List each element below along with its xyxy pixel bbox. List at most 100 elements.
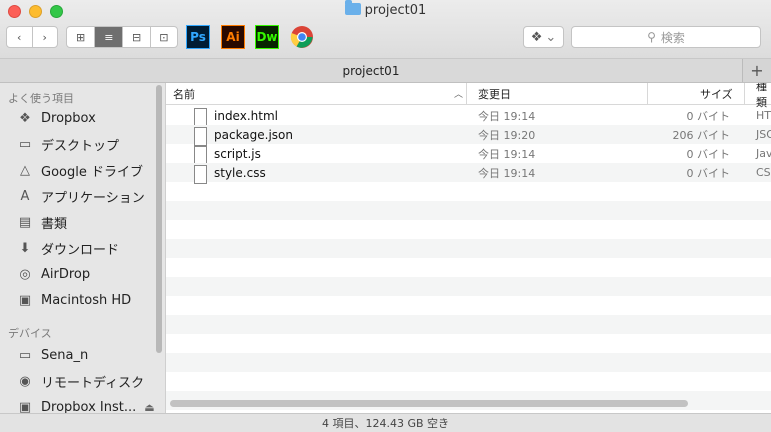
sidebar-item-downloads[interactable]: ⬇ ダウンロード: [16, 238, 119, 258]
file-row[interactable]: index.html 今日 19:14 0 バイト HTML: [166, 106, 771, 127]
illustrator-icon[interactable]: Ai: [221, 25, 245, 49]
empty-row: [166, 277, 771, 296]
dropbox-menu-button[interactable]: ❖ ⌄: [523, 26, 564, 48]
search-icon: ⚲: [647, 30, 656, 44]
tab-bar: project01 +: [0, 59, 771, 83]
chrome-icon[interactable]: [290, 25, 314, 49]
empty-row: [166, 372, 771, 391]
desktop-icon: ▭: [18, 136, 32, 152]
sidebar-item-label: 書類: [41, 216, 68, 232]
sidebar-item-label: アプリケーション: [41, 190, 145, 206]
sidebar: よく使う項目 ❖ Dropbox ▭ デスクトップ △ Google ドライブ A アプリケー…: [0, 83, 166, 413]
applications-icon: A: [20, 188, 30, 204]
dreamweaver-icon[interactable]: Dw: [255, 25, 279, 49]
window-title-text: project01: [364, 3, 427, 18]
file-name: index.html: [214, 108, 278, 123]
sidebar-item-label: Dropbox Inst...: [41, 399, 137, 414]
file-row[interactable]: script.js 今日 19:14 0 バイト JavaScript: [166, 144, 771, 165]
chrome-logo: [290, 26, 313, 48]
sidebar-item-label: Google ドライブ: [41, 164, 143, 180]
hard-drive-icon: ▣: [18, 292, 32, 308]
sidebar-item-airdrop[interactable]: ◎ AirDrop: [16, 264, 90, 284]
column-date[interactable]: 変更日: [478, 83, 511, 104]
documents-icon: ▤: [18, 214, 32, 230]
status-text: 4 項目、124.43 GB 空き: [321, 417, 450, 430]
remote-disc-icon: ◉: [19, 373, 31, 389]
column-name[interactable]: 名前: [173, 83, 195, 104]
status-bar: 4 項目、124.43 GB 空き: [0, 413, 771, 432]
empty-row: [166, 201, 771, 220]
sidebar-item-documents[interactable]: ▤ 書類: [16, 212, 67, 232]
file-list: 名前 ︿ 変更日 サイズ 種類 index.html 今日 19:14 0 バイト H…: [166, 83, 771, 413]
empty-row: [166, 353, 771, 372]
sidebar-item-desktop[interactable]: ▭ デスクトップ: [16, 134, 119, 154]
dropbox-icon: ❖: [530, 29, 543, 45]
icon-view-button[interactable]: ⊞: [67, 27, 96, 47]
list-view-button[interactable]: ≡: [95, 27, 124, 47]
illustrator-label: Ai: [226, 30, 240, 44]
sidebar-scrollbar[interactable]: [156, 85, 162, 353]
column-kind[interactable]: 種類: [756, 83, 771, 109]
file-date: 今日 19:14: [478, 147, 536, 161]
sidebar-item-label: リモートディスク: [41, 375, 145, 391]
file-name: style.css: [214, 165, 266, 180]
horizontal-scrollbar[interactable]: [170, 400, 688, 407]
back-button[interactable]: ‹: [7, 27, 33, 47]
sidebar-item-dropbox[interactable]: ❖ Dropbox: [16, 108, 96, 128]
search-placeholder: 検索: [660, 30, 685, 45]
file-row[interactable]: package.json 今日 19:20 206 バイト JSON: [166, 125, 771, 146]
sidebar-item-hard-drive[interactable]: ▣ Macintosh HD: [16, 290, 131, 310]
file-size: 0 バイト: [686, 147, 731, 161]
file-name: package.json: [214, 127, 294, 142]
file-name: script.js: [214, 146, 261, 161]
file-size: 0 バイト: [686, 109, 731, 123]
column-view-button[interactable]: ⊟: [123, 27, 151, 47]
disk-image-icon: ▣: [18, 399, 32, 414]
column-header: 名前 ︿ 変更日 サイズ 種類: [166, 83, 771, 109]
photoshop-label: Ps: [190, 30, 206, 44]
file-kind: JSON: [756, 128, 771, 141]
gallery-view-button[interactable]: ⊡: [151, 27, 177, 47]
file-row[interactable]: style.css 今日 19:14 0 バイト CSS: [166, 163, 771, 184]
downloads-icon: ⬇: [19, 240, 31, 256]
sidebar-item-google-drive[interactable]: △ Google ドライブ: [16, 160, 143, 180]
laptop-icon: ▭: [18, 347, 32, 363]
window-title: project01: [0, 0, 771, 18]
sidebar-item-disk-image[interactable]: ▣ Dropbox Inst... ⏏: [16, 397, 155, 414]
sidebar-heading-favorites: よく使う項目: [8, 92, 74, 105]
sidebar-item-label: デスクトップ: [41, 138, 120, 154]
sidebar-heading-devices: デバイス: [8, 327, 52, 340]
forward-button[interactable]: ›: [33, 27, 58, 47]
empty-row: [166, 296, 771, 315]
chevron-down-icon: ⌄: [545, 29, 557, 45]
nav-buttons: ‹ ›: [6, 26, 58, 48]
sidebar-item-label: Sena_n: [41, 347, 89, 363]
folder-icon: [344, 0, 361, 15]
sidebar-item-laptop[interactable]: ▭ Sena_n: [16, 345, 88, 365]
view-mode-selector: ⊞ ≡ ⊟ ⊡: [66, 26, 178, 48]
dreamweaver-label: Dw: [256, 30, 278, 44]
title-bar: project01 ‹ › ⊞ ≡ ⊟ ⊡ Ps Ai Dw ❖ ⌄ ⚲ 検索: [0, 0, 771, 59]
sidebar-item-applications[interactable]: A アプリケーション: [16, 186, 145, 206]
file-date: 今日 19:14: [478, 109, 536, 123]
sidebar-item-label: ダウンロード: [41, 242, 120, 258]
file-size: 206 バイト: [672, 128, 731, 142]
eject-icon[interactable]: ⏏: [144, 401, 154, 414]
photoshop-icon[interactable]: Ps: [186, 25, 210, 49]
tab-project01[interactable]: project01: [0, 59, 743, 82]
file-kind: CSS: [756, 166, 771, 179]
airdrop-icon: ◎: [19, 266, 31, 282]
new-tab-button[interactable]: +: [743, 59, 771, 82]
sidebar-item-remote-disc[interactable]: ◉ リモートディスク: [16, 371, 144, 391]
sidebar-item-label: AirDrop: [41, 266, 91, 282]
file-size: 0 バイト: [686, 166, 731, 180]
google-drive-icon: △: [20, 162, 30, 178]
file-kind: JavaScript: [756, 147, 771, 160]
file-kind: HTML: [756, 109, 771, 122]
column-size[interactable]: サイズ: [700, 83, 733, 104]
sort-ascending-icon: ︿: [454, 90, 464, 100]
empty-row: [166, 258, 771, 277]
search-field[interactable]: ⚲ 検索: [571, 26, 761, 48]
file-date: 今日 19:14: [478, 166, 536, 180]
dropbox-icon: ❖: [19, 110, 31, 126]
